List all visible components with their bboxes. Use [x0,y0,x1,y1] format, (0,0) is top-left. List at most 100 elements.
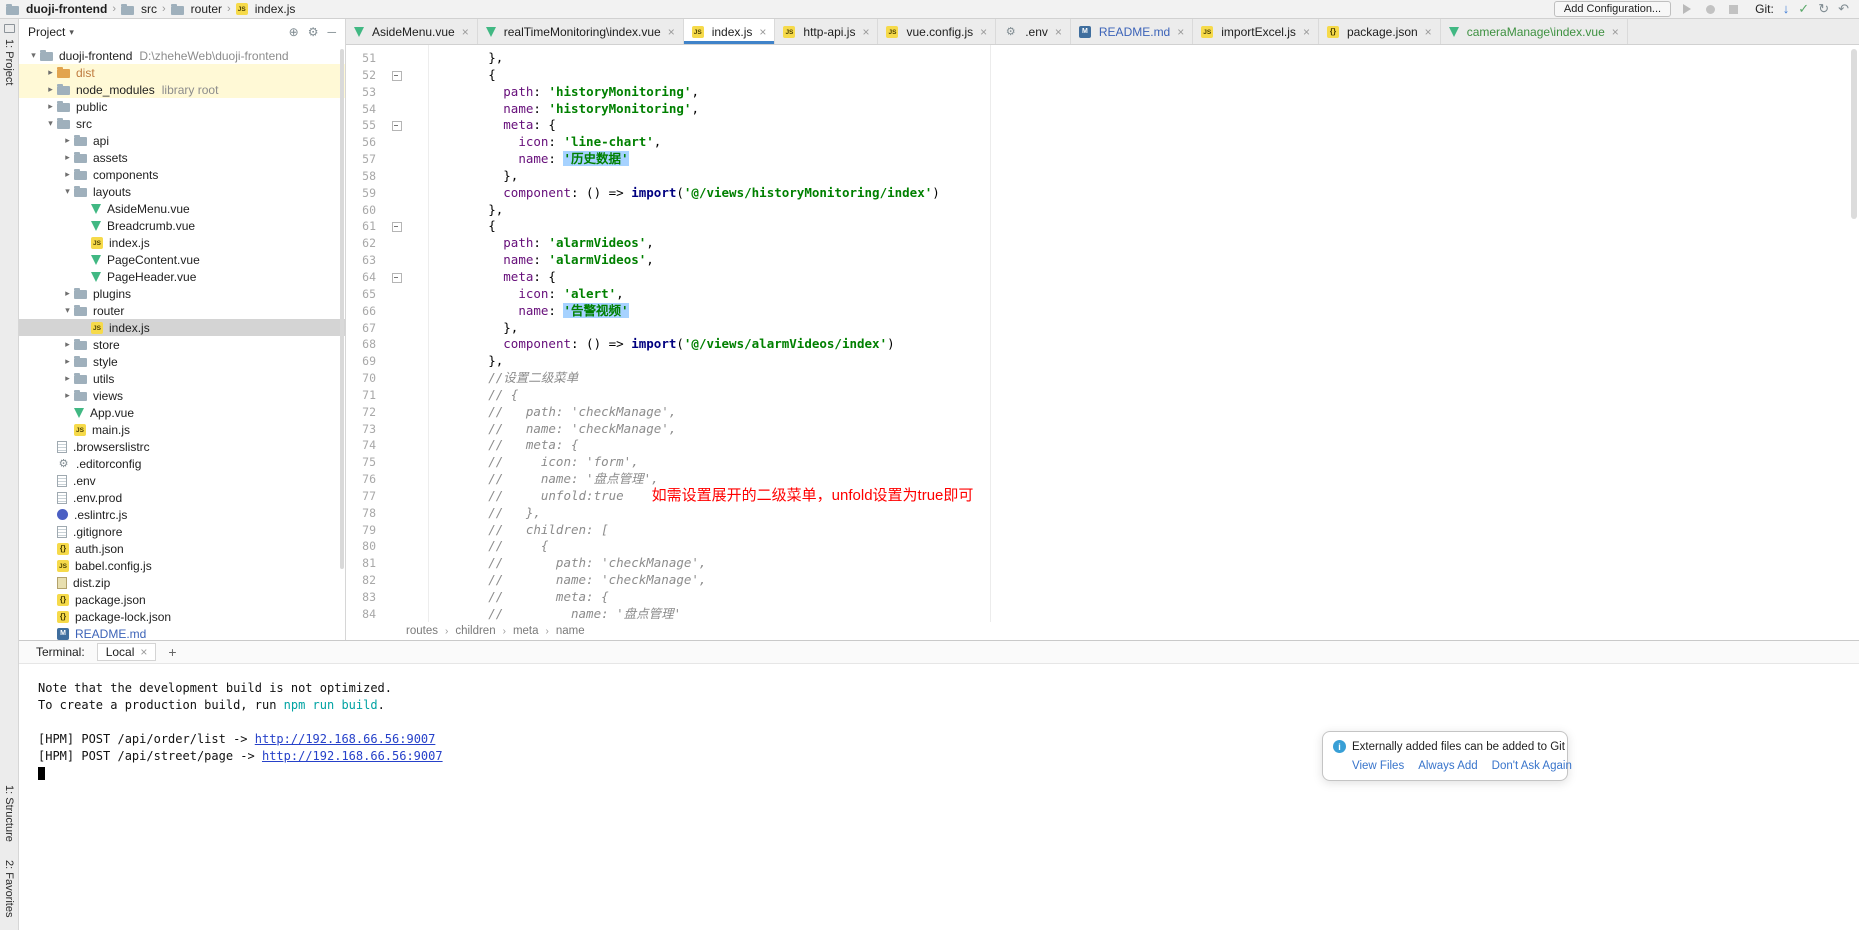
code-line-81[interactable]: 81 // path: 'checkManage', [346,555,1859,572]
code-line-79[interactable]: 79 // children: [ [346,522,1859,539]
tab-vue.config.js[interactable]: JSvue.config.js× [878,19,996,44]
tree-expand-icon[interactable]: ▸ [61,339,74,350]
tab-close-icon[interactable]: × [462,25,469,39]
toolwindow-button-favorites[interactable]: 2: Favorites [3,860,15,917]
editor-breadcrumb-meta[interactable]: meta [513,625,539,637]
code-line-69[interactable]: 69 }, [346,353,1859,370]
tree-item-app.vue[interactable]: App.vue [19,404,345,421]
tree-item-utils[interactable]: ▸utils [19,370,345,387]
tree-item-assets[interactable]: ▸assets [19,149,345,166]
toolwindow-button-structure[interactable]: 1: Structure [3,785,15,842]
editor-breadcrumb-routes[interactable]: routes [406,625,438,637]
tab-readme.md[interactable]: MREADME.md× [1071,19,1193,44]
tree-item-asidemenu.vue[interactable]: AsideMenu.vue [19,200,345,217]
project-scrollbar[interactable] [340,49,344,569]
tab-close-icon[interactable]: × [862,25,869,39]
fold-marker-icon[interactable] [376,269,428,286]
tab-cameramanage-index.vue[interactable]: cameraManage\index.vue× [1441,19,1628,44]
fold-marker-icon[interactable] [376,67,428,84]
tab-close-icon[interactable]: × [1303,25,1310,39]
code-line-53[interactable]: 53 path: 'historyMonitoring', [346,84,1859,101]
code-line-80[interactable]: 80 // { [346,538,1859,555]
tree-expand-icon[interactable]: ▾ [61,186,74,197]
fold-marker-icon[interactable] [376,218,428,235]
chevron-down-icon[interactable]: ▾ [69,27,74,38]
code-line-51[interactable]: 51 }, [346,50,1859,67]
project-panel-title[interactable]: Project [28,25,65,39]
tree-expand-icon[interactable]: ▸ [44,84,57,95]
code-line-61[interactable]: 61 { [346,218,1859,235]
rollback-icon[interactable]: ↶ [1838,2,1849,16]
tree-item-pageheader.vue[interactable]: PageHeader.vue [19,268,345,285]
tree-expand-icon[interactable]: ▸ [61,390,74,401]
tree-item-duoji-frontend[interactable]: ▾duoji-frontendD:\zheheWeb\duoji-fronten… [19,47,345,64]
code-line-55[interactable]: 55 meta: { [346,117,1859,134]
editor-breadcrumb-children[interactable]: children [455,625,495,637]
tree-item-dist.zip[interactable]: dist.zip [19,574,345,591]
code-line-77[interactable]: 77 // unfold:true如需设置展开的二级菜单，unfold设置为tr… [346,488,1859,505]
tree-item-readme.md[interactable]: MREADME.md [19,625,345,640]
terminal-link[interactable]: http://192.168.66.56:9007 [262,749,443,763]
code-line-70[interactable]: 70 //设置二级菜单 [346,370,1859,387]
tree-item-node-modules[interactable]: ▸node_moduleslibrary root [19,81,345,98]
code-line-56[interactable]: 56 icon: 'line-chart', [346,134,1859,151]
code-line-82[interactable]: 82 // name: 'checkManage', [346,572,1859,589]
tree-item-.browserslistrc[interactable]: .browserslistrc [19,438,345,455]
run-icon[interactable] [1680,2,1694,16]
tab-realtimemonitoring-index.vue[interactable]: realTimeMonitoring\index.vue× [478,19,684,44]
tab-asidemenu.vue[interactable]: AsideMenu.vue× [346,19,478,44]
tree-item-api[interactable]: ▸api [19,132,345,149]
debug-icon[interactable] [1703,2,1717,16]
tree-expand-icon[interactable]: ▾ [27,50,40,61]
code-editor[interactable]: 51 },52 {53 path: 'historyMonitoring',54… [346,45,1859,622]
tree-item-package.json[interactable]: {}package.json [19,591,345,608]
fold-marker-icon[interactable] [376,117,428,134]
code-line-72[interactable]: 72 // path: 'checkManage', [346,404,1859,421]
history-icon[interactable]: ↻ [1818,2,1829,16]
terminal-link[interactable]: http://192.168.66.56:9007 [255,732,436,746]
tree-expand-icon[interactable]: ▾ [44,118,57,129]
code-line-64[interactable]: 64 meta: { [346,269,1859,286]
tree-item-src[interactable]: ▾src [19,115,345,132]
editor-breadcrumb-name[interactable]: name [556,625,585,637]
tree-item-plugins[interactable]: ▸plugins [19,285,345,302]
code-line-76[interactable]: 76 // name: '盘点管理', [346,471,1859,488]
tab-index.js[interactable]: JSindex.js× [684,19,776,44]
terminal-output[interactable]: Note that the development build is not o… [19,664,1859,782]
breadcrumb-item-router[interactable]: router [171,2,222,16]
code-line-73[interactable]: 73 // name: 'checkManage', [346,421,1859,438]
tab-.env[interactable]: ⚙.env× [996,19,1071,44]
code-line-67[interactable]: 67 }, [346,320,1859,337]
tree-expand-icon[interactable]: ▸ [61,373,74,384]
tree-item-babel.config.js[interactable]: JSbabel.config.js [19,557,345,574]
breadcrumb-item-duoji-frontend[interactable]: duoji-frontend [6,2,107,16]
tree-expand-icon[interactable]: ▸ [61,135,74,146]
tree-item-views[interactable]: ▸views [19,387,345,404]
tab-package.json[interactable]: {}package.json× [1319,19,1441,44]
tree-expand-icon[interactable]: ▸ [61,169,74,180]
breadcrumb-item-index.js[interactable]: JSindex.js [236,2,296,16]
settings-icon[interactable]: ⚙ [308,25,319,39]
code-line-58[interactable]: 58 }, [346,168,1859,185]
tree-item-.env.prod[interactable]: .env.prod [19,489,345,506]
code-line-63[interactable]: 63 name: 'alarmVideos', [346,252,1859,269]
add-configuration-button[interactable]: Add Configuration... [1554,1,1671,17]
tree-item-package-lock.json[interactable]: {}package-lock.json [19,608,345,625]
tree-item-index.js[interactable]: JSindex.js [19,234,345,251]
update-project-icon[interactable]: ↓ [1783,2,1790,16]
tree-item-layouts[interactable]: ▾layouts [19,183,345,200]
code-line-57[interactable]: 57 name: '历史数据' [346,151,1859,168]
tab-close-icon[interactable]: × [1055,25,1062,39]
tree-expand-icon[interactable]: ▸ [44,67,57,78]
code-line-71[interactable]: 71 // { [346,387,1859,404]
tab-close-icon[interactable]: × [759,25,766,39]
code-line-68[interactable]: 68 component: () => import('@/views/alar… [346,336,1859,353]
code-line-84[interactable]: 84 // name: '盘点管理' [346,606,1859,622]
tab-http-api.js[interactable]: JShttp-api.js× [775,19,878,44]
tree-expand-icon[interactable]: ▸ [61,152,74,163]
tree-item-router[interactable]: ▾router [19,302,345,319]
commit-icon[interactable]: ✓ [1798,2,1809,16]
code-line-54[interactable]: 54 name: 'historyMonitoring', [346,101,1859,118]
tree-item-index.js[interactable]: JSindex.js [19,319,345,336]
tab-close-icon[interactable]: × [1425,25,1432,39]
